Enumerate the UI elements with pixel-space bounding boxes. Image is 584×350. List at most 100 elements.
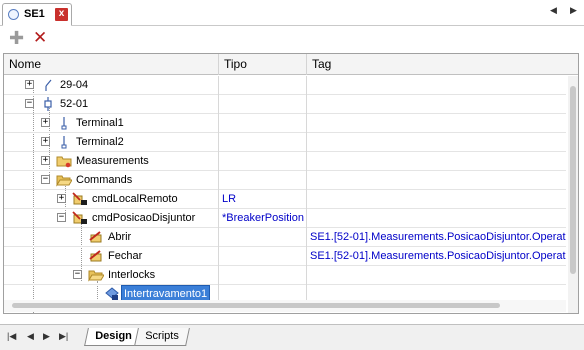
tree-row-29-04[interactable]: + 29-04 bbox=[4, 76, 566, 95]
scroll-tabs-left-icon[interactable]: ◀ bbox=[550, 5, 557, 16]
tag-cell[interactable] bbox=[307, 152, 566, 171]
collapse-icon[interactable]: − bbox=[73, 270, 82, 279]
tag-cell[interactable]: SE1.[52-01].Measurements.PosicaoDisjunto… bbox=[307, 247, 566, 266]
tag-cell[interactable] bbox=[307, 76, 566, 95]
vertical-scroll-thumb[interactable] bbox=[570, 86, 576, 274]
tree-row-cmdposicaodisjuntor[interactable]: − cmdPosicaoDisjuntor *BreakerPosition bbox=[4, 209, 566, 228]
action-icon bbox=[88, 230, 104, 244]
tree-label: 29-04 bbox=[60, 79, 89, 91]
tree-label: cmdPosicaoDisjuntor bbox=[92, 212, 196, 224]
tipo-cell[interactable] bbox=[219, 76, 307, 95]
tree-label: Terminal2 bbox=[76, 136, 124, 148]
nome-cell: − 52-01 bbox=[4, 95, 219, 114]
tipo-cell[interactable] bbox=[219, 133, 307, 152]
column-header-tag[interactable]: Tag bbox=[307, 54, 578, 75]
tab-scripts[interactable]: Scripts bbox=[134, 328, 190, 346]
tree-row-interlocks[interactable]: − Interlocks bbox=[4, 266, 566, 285]
tab-design-label: Design bbox=[95, 330, 132, 342]
tipo-cell[interactable] bbox=[219, 171, 307, 190]
expand-icon[interactable]: + bbox=[41, 118, 50, 127]
last-tab-icon[interactable]: ▶| bbox=[59, 331, 68, 342]
folder-open-icon bbox=[56, 173, 73, 187]
nome-cell: + Measurements bbox=[4, 152, 219, 171]
tag-cell[interactable] bbox=[307, 171, 566, 190]
tipo-cell[interactable] bbox=[219, 114, 307, 133]
tree-label: Fechar bbox=[108, 250, 143, 262]
terminal-icon bbox=[56, 116, 72, 130]
command-icon bbox=[72, 211, 88, 225]
close-tab-icon[interactable]: x bbox=[55, 8, 68, 21]
tab-scripts-label: Scripts bbox=[145, 330, 179, 342]
scroll-tabs-right-icon[interactable]: ▶ bbox=[570, 5, 577, 16]
collapse-icon[interactable]: − bbox=[41, 175, 50, 184]
tree-grid: Nome Tipo Tag + 29-04 − 52-01 + Terminal… bbox=[3, 53, 579, 314]
expand-icon[interactable]: + bbox=[41, 137, 50, 146]
tree-rows: + 29-04 − 52-01 + Terminal1 + Terminal2 … bbox=[4, 76, 566, 313]
tree-row-measurements[interactable]: + Measurements bbox=[4, 152, 566, 171]
expand-icon[interactable]: + bbox=[57, 194, 66, 203]
interlock-icon bbox=[104, 287, 120, 301]
delete-icon[interactable]: ✕ bbox=[33, 29, 47, 46]
tree-row-commands[interactable]: − Commands bbox=[4, 171, 566, 190]
document-tab-bar: SE1 x ◀ ▶ bbox=[0, 0, 584, 26]
tree-label: cmdLocalRemoto bbox=[92, 193, 178, 205]
nome-cell: + Terminal1 bbox=[4, 114, 219, 133]
command-icon bbox=[72, 192, 88, 206]
folder-icon bbox=[56, 154, 72, 168]
tipo-cell[interactable]: *BreakerPosition bbox=[219, 209, 307, 228]
nome-cell: − cmdPosicaoDisjuntor bbox=[4, 209, 219, 228]
tipo-cell[interactable]: LR bbox=[219, 190, 307, 209]
tree-row-cmdlocalremoto[interactable]: + cmdLocalRemoto LR bbox=[4, 190, 566, 209]
column-header-nome[interactable]: Nome bbox=[4, 54, 219, 75]
tag-cell[interactable] bbox=[307, 209, 566, 228]
prev-tab-icon[interactable]: ◀ bbox=[27, 331, 34, 342]
tab-title: SE1 bbox=[24, 8, 45, 20]
add-icon[interactable]: ✚ bbox=[9, 29, 24, 47]
tree-row-fechar[interactable]: Fechar SE1.[52-01].Measurements.PosicaoD… bbox=[4, 247, 566, 266]
tipo-cell[interactable] bbox=[219, 266, 307, 285]
tag-cell[interactable] bbox=[307, 95, 566, 114]
tipo-cell[interactable] bbox=[219, 152, 307, 171]
toolbar: ✚ ✕ bbox=[0, 27, 584, 51]
folder-open-icon bbox=[88, 268, 105, 282]
tree-row-terminal1[interactable]: + Terminal1 bbox=[4, 114, 566, 133]
breaker-icon bbox=[40, 97, 56, 111]
tab-se1[interactable]: SE1 x bbox=[2, 3, 72, 26]
tag-cell[interactable] bbox=[307, 133, 566, 152]
tree-row-abrir[interactable]: Abrir SE1.[52-01].Measurements.PosicaoDi… bbox=[4, 228, 566, 247]
horizontal-scroll-thumb[interactable] bbox=[12, 303, 500, 308]
tag-cell[interactable] bbox=[307, 266, 566, 285]
tag-cell[interactable]: SE1.[52-01].Measurements.PosicaoDisjunto… bbox=[307, 228, 566, 247]
collapse-icon[interactable]: − bbox=[57, 213, 66, 222]
nome-cell: + cmdLocalRemoto bbox=[4, 190, 219, 209]
next-tab-icon[interactable]: ▶ bbox=[43, 331, 50, 342]
nome-cell: − Interlocks bbox=[4, 266, 219, 285]
expand-icon[interactable]: + bbox=[41, 156, 50, 165]
tipo-cell[interactable] bbox=[219, 228, 307, 247]
vertical-scrollbar[interactable] bbox=[568, 76, 578, 313]
tree-label: Terminal1 bbox=[76, 117, 124, 129]
terminal-icon bbox=[56, 135, 72, 149]
expand-icon[interactable]: + bbox=[25, 80, 34, 89]
nome-cell: Fechar bbox=[4, 247, 219, 266]
substation-icon bbox=[8, 9, 19, 20]
nome-cell: + Terminal2 bbox=[4, 133, 219, 152]
action-icon bbox=[88, 249, 104, 263]
column-header-tipo[interactable]: Tipo bbox=[219, 54, 307, 75]
tree-label: Interlocks bbox=[108, 269, 156, 281]
tree-row-terminal2[interactable]: + Terminal2 bbox=[4, 133, 566, 152]
tree-label: 52-01 bbox=[60, 98, 89, 110]
nome-cell: Abrir bbox=[4, 228, 219, 247]
horizontal-scrollbar[interactable] bbox=[4, 300, 566, 312]
nome-cell: − Commands bbox=[4, 171, 219, 190]
tree-row-52-01[interactable]: − 52-01 bbox=[4, 95, 566, 114]
grid-header: Nome Tipo Tag bbox=[4, 54, 578, 75]
tipo-cell[interactable] bbox=[219, 247, 307, 266]
tree-label: Measurements bbox=[76, 155, 149, 167]
tree-label: Abrir bbox=[108, 231, 132, 243]
collapse-icon[interactable]: − bbox=[25, 99, 34, 108]
tag-cell[interactable] bbox=[307, 114, 566, 133]
tag-cell[interactable] bbox=[307, 190, 566, 209]
tipo-cell[interactable] bbox=[219, 95, 307, 114]
first-tab-icon[interactable]: |◀ bbox=[7, 331, 16, 342]
